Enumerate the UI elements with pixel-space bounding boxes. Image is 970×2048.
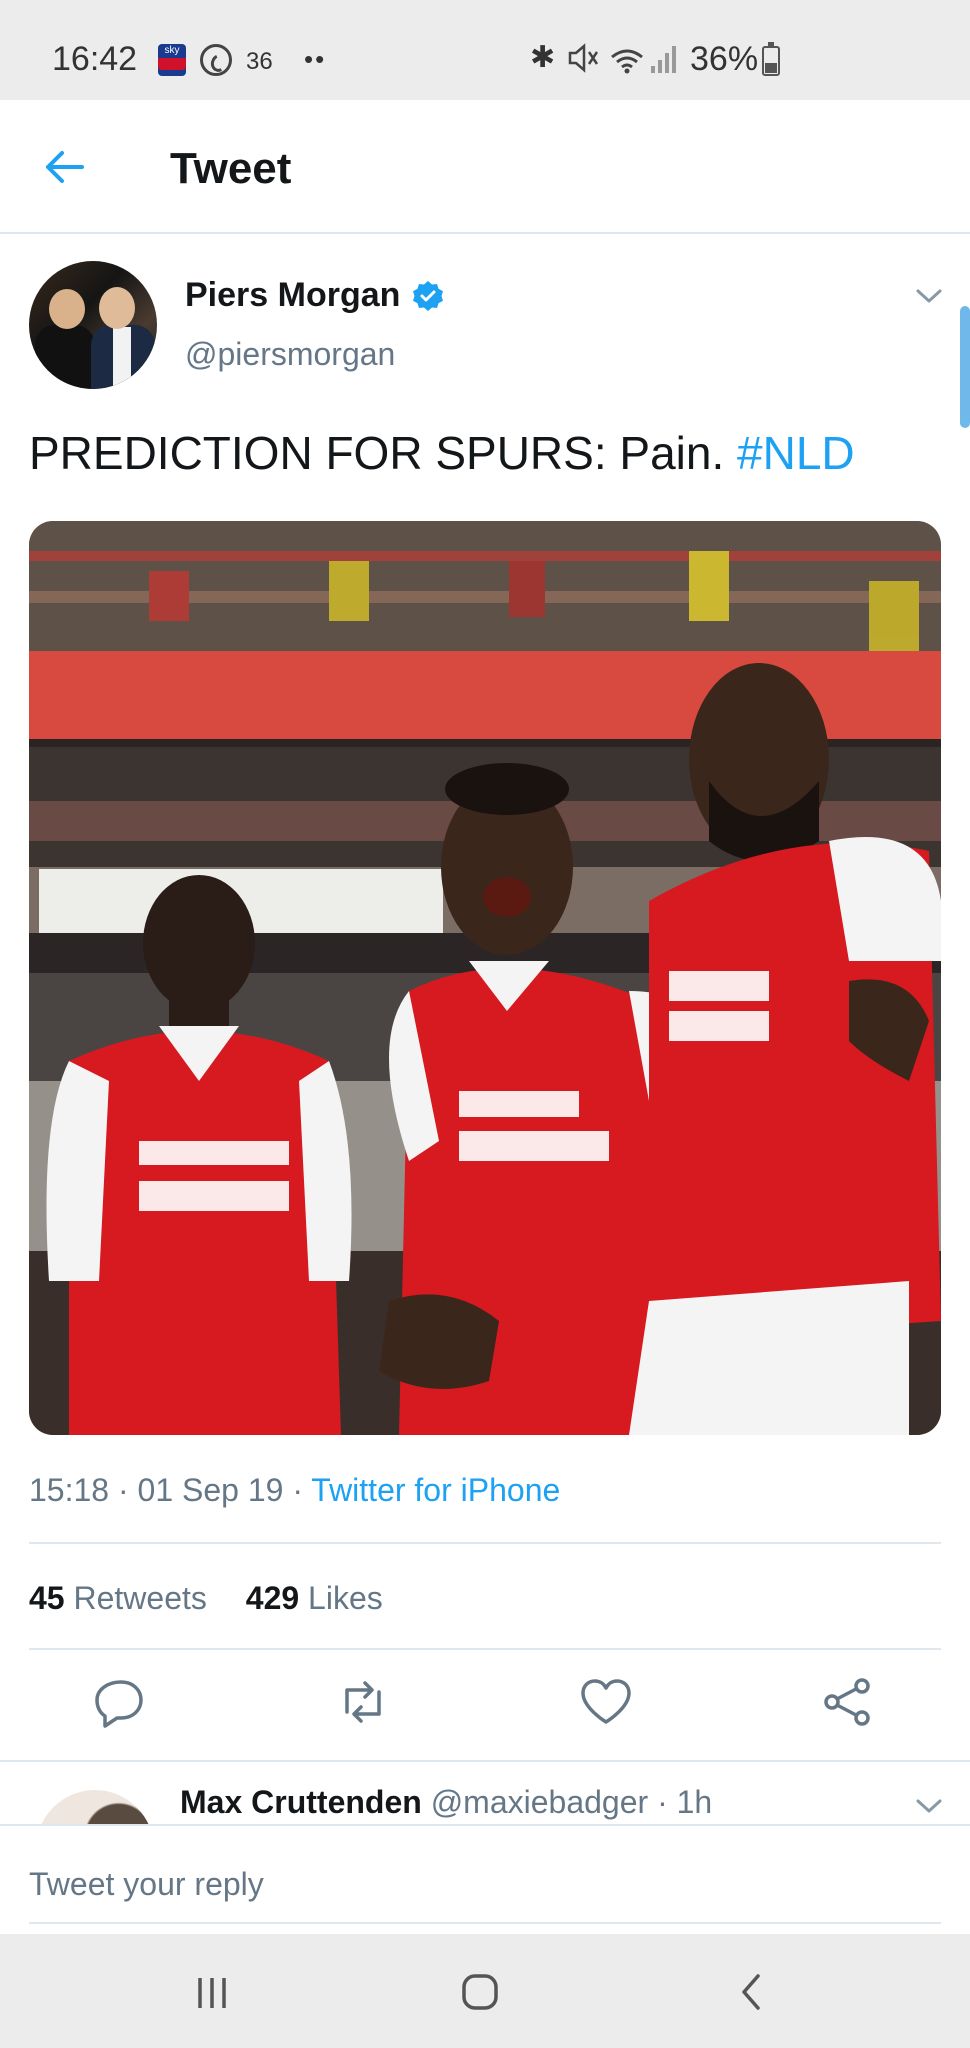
home-icon[interactable] — [460, 1972, 500, 2012]
signal-icon — [650, 44, 678, 74]
tweet-text: PREDICTION FOR SPURS: Pain. #NLD — [29, 426, 855, 480]
whatsapp-icon — [200, 44, 232, 76]
author-handle[interactable]: @piersmorgan — [185, 336, 395, 373]
tweet-source-link[interactable]: Twitter for iPhone — [311, 1472, 560, 1508]
tweet-actions — [0, 1672, 970, 1752]
share-icon[interactable] — [818, 1672, 878, 1732]
reply-input-underline — [29, 1922, 941, 1924]
reply-composer[interactable]: Tweet your reply — [0, 1824, 970, 1934]
likes-label: Likes — [308, 1580, 383, 1616]
likes-count: 429 — [245, 1580, 300, 1616]
tweet-timestamp: 15:18 · 01 Sep 19 · — [29, 1472, 312, 1508]
back-icon[interactable] — [736, 1972, 766, 2012]
reply-meta: @maxiebadger · 1h — [430, 1784, 713, 1820]
bluetooth-icon: ✱ — [530, 41, 556, 74]
tweet-image[interactable] — [29, 521, 941, 1435]
more-notifications-icon: •• — [304, 44, 327, 74]
retweets-count: 45 — [29, 1580, 65, 1616]
system-nav-bar — [0, 1934, 970, 2048]
status-bar: 16:42 sky 36 •• ✱ 36% — [0, 0, 970, 100]
reply-input[interactable]: Tweet your reply — [29, 1866, 264, 1903]
reply-preview[interactable]: Max Cruttenden @maxiebadger · 1h — [0, 1762, 970, 1824]
notification-count: 36 — [246, 48, 273, 75]
chevron-down-icon[interactable] — [914, 284, 944, 308]
likes-stat[interactable]: 429 Likes — [246, 1580, 383, 1616]
divider — [29, 1648, 941, 1650]
battery-icon — [762, 42, 780, 76]
retweets-stat[interactable]: 45 Retweets — [29, 1580, 207, 1616]
hashtag-link[interactable]: #NLD — [737, 427, 855, 479]
verified-badge-icon — [412, 280, 444, 312]
heart-icon[interactable] — [576, 1672, 636, 1732]
tweet-meta: 15:18 · 01 Sep 19 · Twitter for iPhone — [29, 1472, 560, 1509]
reply-author-name: Max Cruttenden — [180, 1784, 422, 1820]
arrow-left-icon[interactable] — [40, 142, 90, 192]
reply-author[interactable]: Max Cruttenden @maxiebadger · 1h — [180, 1784, 712, 1821]
divider — [29, 1542, 941, 1544]
photo-illustration — [29, 521, 941, 1435]
mute-icon — [566, 42, 600, 81]
status-time: 16:42 — [52, 40, 138, 78]
author-name-text[interactable]: Piers Morgan — [185, 276, 400, 315]
reply-icon[interactable] — [91, 1672, 151, 1732]
retweet-icon[interactable] — [333, 1672, 393, 1732]
scrollbar[interactable] — [960, 306, 970, 428]
chevron-down-icon[interactable] — [914, 1794, 944, 1818]
author-avatar[interactable] — [29, 261, 157, 389]
tweet-header: Tweet — [0, 100, 970, 234]
battery-percent: 36% — [690, 40, 759, 78]
author-name[interactable]: Piers Morgan — [185, 276, 444, 315]
sky-bet-icon: sky — [158, 44, 186, 76]
reply-avatar[interactable] — [36, 1790, 154, 1824]
page-title: Tweet — [170, 144, 292, 193]
tweet-body: PREDICTION FOR SPURS: Pain. — [29, 427, 725, 479]
tweet-stats: 45 Retweets 429 Likes — [29, 1580, 383, 1617]
wifi-icon — [610, 48, 644, 74]
retweets-label: Retweets — [73, 1580, 207, 1616]
recent-apps-icon[interactable] — [192, 1972, 232, 2012]
